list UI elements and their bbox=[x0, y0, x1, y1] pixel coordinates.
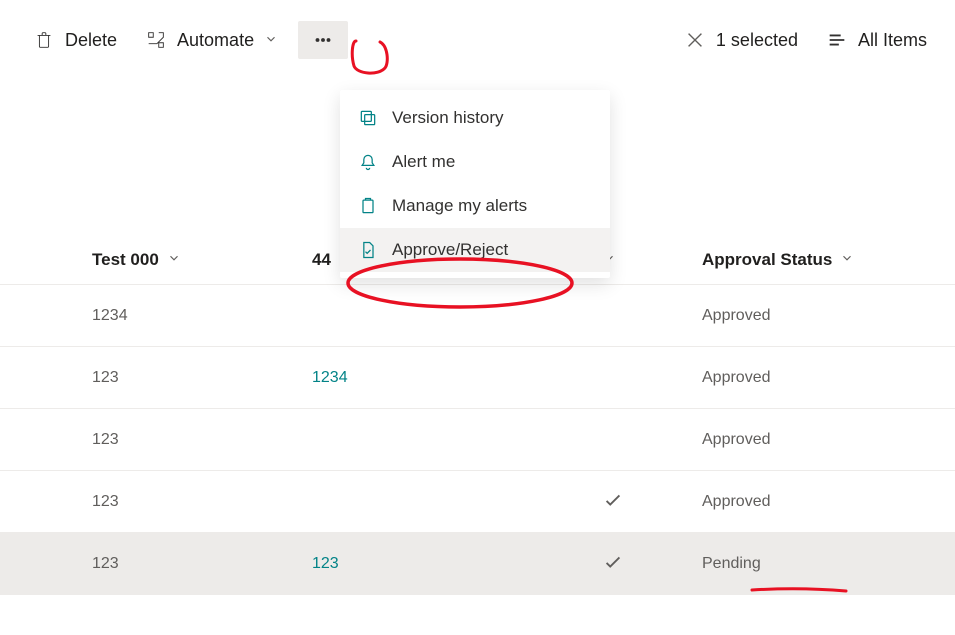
trash-icon bbox=[33, 29, 55, 51]
chevron-down-icon bbox=[167, 250, 181, 270]
clear-selection-button[interactable]: 1 selected bbox=[676, 23, 806, 57]
delete-label: Delete bbox=[65, 30, 117, 51]
cell-status: Approved bbox=[702, 431, 955, 449]
cell-44[interactable]: 1234 bbox=[312, 369, 602, 387]
view-switcher[interactable]: All Items bbox=[818, 23, 935, 57]
automate-button[interactable]: Automate bbox=[137, 23, 286, 57]
cell-test000: 123 bbox=[92, 493, 312, 511]
clipboard-icon bbox=[358, 196, 378, 216]
table-row[interactable]: 123 Approved bbox=[0, 471, 955, 533]
col2-label: 44 bbox=[312, 250, 331, 270]
cell-status: Pending bbox=[702, 555, 955, 573]
cell-status: Approved bbox=[702, 369, 955, 387]
list-icon bbox=[826, 29, 848, 51]
cell-status: Approved bbox=[702, 307, 955, 325]
automate-label: Automate bbox=[177, 30, 254, 51]
cell-test000: 123 bbox=[92, 555, 312, 573]
more-actions-button[interactable] bbox=[298, 21, 348, 59]
check-icon bbox=[602, 489, 702, 514]
column-header-test000[interactable]: Test 000 bbox=[92, 250, 312, 270]
table-row[interactable]: 123 Approved bbox=[0, 409, 955, 471]
table-row[interactable]: 123 123 Pending bbox=[0, 533, 955, 595]
menu-approve-reject[interactable]: Approve/Reject bbox=[340, 228, 610, 272]
more-horizontal-icon bbox=[312, 29, 334, 51]
menu-version-label: Version history bbox=[392, 108, 504, 128]
more-actions-menu: Version history Alert me Manage my alert… bbox=[340, 90, 610, 278]
table-row[interactable]: 123 1234 Approved bbox=[0, 347, 955, 409]
command-bar: Delete Automate 1 selected All Items bbox=[0, 0, 955, 80]
check-icon bbox=[602, 551, 702, 576]
version-icon bbox=[358, 108, 378, 128]
menu-manage-alerts[interactable]: Manage my alerts bbox=[340, 184, 610, 228]
close-icon bbox=[684, 29, 706, 51]
col4-label: Approval Status bbox=[702, 250, 832, 270]
cell-44[interactable]: 123 bbox=[312, 555, 602, 573]
column-header-blank[interactable] bbox=[602, 250, 702, 270]
cell-test000: 1234 bbox=[92, 307, 312, 325]
bell-icon bbox=[358, 152, 378, 172]
column-header-approval[interactable]: Approval Status bbox=[702, 250, 955, 270]
menu-version-history[interactable]: Version history bbox=[340, 96, 610, 140]
cell-test000: 123 bbox=[92, 369, 312, 387]
menu-alert-label: Alert me bbox=[392, 152, 455, 172]
cell-status: Approved bbox=[702, 493, 955, 511]
col1-label: Test 000 bbox=[92, 250, 159, 270]
menu-approve-label: Approve/Reject bbox=[392, 240, 508, 260]
view-name: All Items bbox=[858, 30, 927, 51]
cell-test000: 123 bbox=[92, 431, 312, 449]
chevron-down-icon bbox=[264, 30, 278, 51]
delete-button[interactable]: Delete bbox=[25, 23, 125, 57]
list-view: Test 000 44 Approval Status 1234 Approve… bbox=[0, 235, 955, 595]
selection-count: 1 selected bbox=[716, 30, 798, 51]
table-row[interactable]: 1234 Approved bbox=[0, 285, 955, 347]
flow-icon bbox=[145, 29, 167, 51]
document-check-icon bbox=[358, 240, 378, 260]
chevron-down-icon bbox=[840, 250, 854, 270]
menu-manage-label: Manage my alerts bbox=[392, 196, 527, 216]
menu-alert-me[interactable]: Alert me bbox=[340, 140, 610, 184]
